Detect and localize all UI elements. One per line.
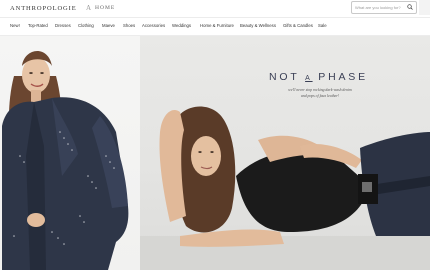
nav-item-home-furniture[interactable]: Home & Furniture (200, 23, 234, 28)
hero-image-left[interactable] (0, 36, 140, 270)
nav-item-sale[interactable]: Sale (318, 23, 327, 28)
brand-logo[interactable]: ANTHROPOLOGIE (10, 5, 77, 12)
nav-item-beauty-wellness[interactable]: Beauty & Wellness (240, 23, 276, 28)
model-denim-jacket-image (2, 50, 129, 270)
search-box[interactable] (351, 1, 417, 14)
hero-headline: NOT A PHASE (269, 71, 368, 83)
nav-item-top-rated[interactable]: Top-Rated (28, 23, 48, 28)
nav-item-accessories[interactable]: Accessories (142, 23, 165, 28)
headline-word-phase: PHASE (312, 71, 368, 83)
brand-monogram: A (86, 4, 92, 12)
nav-item-maeve[interactable]: Maeve (102, 23, 115, 28)
nav-item-new[interactable]: New! (10, 23, 20, 28)
home-logo[interactable]: HOME (95, 5, 115, 11)
search-input[interactable] (355, 2, 405, 13)
nav-item-shoes[interactable]: Shoes (123, 23, 135, 28)
nav-item-clothing[interactable]: Clothing (78, 23, 94, 28)
hero-subline-2: and pops of faux leather! (300, 94, 340, 98)
headline-word-a: A (305, 75, 313, 82)
nav-item-gifts-candles[interactable]: Gifts & Candles (283, 23, 313, 28)
main-nav: New! Top-Rated Dresses Clothing Maeve Sh… (0, 17, 430, 36)
search-icon[interactable] (407, 4, 413, 10)
nav-item-weddings[interactable]: Weddings (172, 23, 191, 28)
header-edge (419, 0, 430, 15)
site-header: ANTHROPOLOGIE A HOME (0, 0, 430, 17)
nav-item-dresses[interactable]: Dresses (55, 23, 71, 28)
headline-word-not: NOT (269, 71, 306, 83)
